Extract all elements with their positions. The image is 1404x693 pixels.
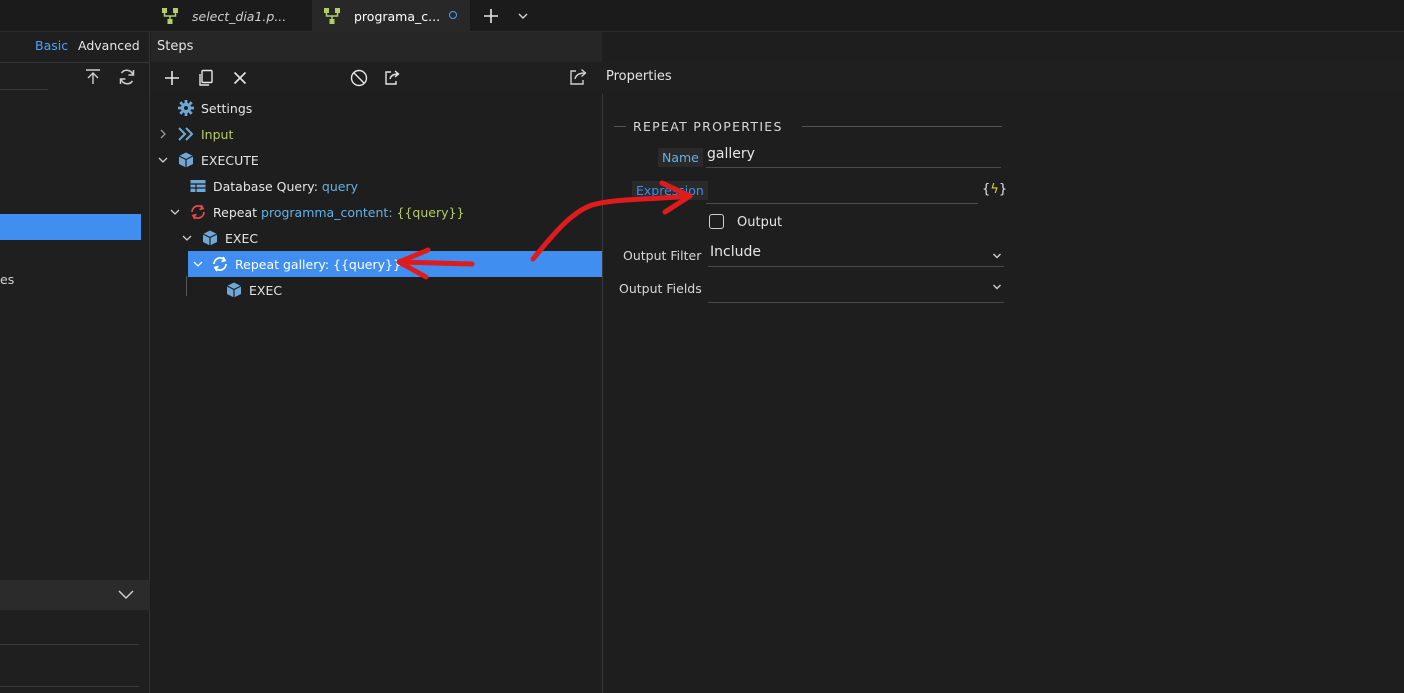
output-fields-label: Output Fields xyxy=(619,281,702,296)
tree-item-database-query[interactable]: Database Query: query xyxy=(189,173,358,199)
tree-item-execute[interactable]: EXECUTE xyxy=(158,147,259,173)
tree-item-label: EXEC xyxy=(249,282,283,298)
divider xyxy=(614,126,626,127)
tree-item-label: Input xyxy=(201,126,234,142)
add-step-plus-icon[interactable] xyxy=(162,68,182,88)
double-chevron-right-icon xyxy=(178,127,194,141)
chevron-down-icon xyxy=(993,284,1001,290)
steps-title: Steps xyxy=(157,39,194,54)
expression-label: Expression xyxy=(632,181,708,200)
tab-list-chevron-down-icon[interactable] xyxy=(516,9,530,23)
cube-icon xyxy=(178,152,194,168)
export-icon[interactable] xyxy=(383,68,403,88)
flow-icon xyxy=(324,8,340,24)
mode-advanced-tab[interactable]: Advanced xyxy=(78,38,140,53)
tree-item-exec-gallery[interactable]: EXEC xyxy=(225,277,282,303)
output-filter-value: Include xyxy=(710,244,761,260)
tree-item-exec[interactable]: EXEC xyxy=(182,225,259,251)
chevron-down-icon xyxy=(993,253,1001,259)
section-title: REPEAT PROPERTIES xyxy=(633,119,783,134)
chevron-down-icon[interactable] xyxy=(157,154,169,166)
name-value: gallery xyxy=(707,146,755,162)
unsaved-dot-icon xyxy=(449,11,457,19)
chevron-down-icon[interactable] xyxy=(117,587,135,603)
output-fields-select[interactable] xyxy=(708,277,1004,303)
collapsible-section-header[interactable] xyxy=(0,580,150,610)
brace-close: } xyxy=(998,182,1008,197)
search-underline xyxy=(0,89,48,90)
tree-item-label: Repeat gallery: {{query}} xyxy=(235,256,401,272)
output-filter-select[interactable]: Include xyxy=(708,244,1004,267)
tree-item-label: Repeat xyxy=(213,204,258,220)
tree-item-label: EXECUTE xyxy=(201,152,259,168)
tab-programa-content[interactable]: programa_c... xyxy=(312,0,470,32)
tab-select-dia1[interactable]: select_dia1.p... xyxy=(160,0,310,32)
output-label: Output xyxy=(737,215,783,230)
tab-bar: select_dia1.p... programa_c... xyxy=(0,0,1404,32)
copy-icon[interactable] xyxy=(196,68,216,88)
tree-item-repeat-programma[interactable]: Repeat programma_content: {{query}} xyxy=(170,199,465,225)
output-filter-label: Output Filter xyxy=(623,248,702,263)
tree-item-input[interactable]: Input xyxy=(160,121,234,147)
tab-label: programa_c... xyxy=(354,8,441,24)
divider xyxy=(0,62,150,63)
steps-header: Steps xyxy=(151,32,602,62)
properties-title: Properties xyxy=(606,69,672,84)
chevron-down-icon[interactable] xyxy=(192,258,204,270)
chevron-right-icon[interactable] xyxy=(157,128,169,140)
tree-item-label: EXEC xyxy=(225,230,259,246)
tree-item-settings[interactable]: Settings xyxy=(177,95,252,121)
tab-label: select_dia1.p... xyxy=(192,8,287,24)
chevron-down-icon[interactable] xyxy=(169,206,181,218)
partial-label: es xyxy=(0,272,15,287)
steps-tree: Settings Input EXECUTE Database Query: q… xyxy=(151,94,602,693)
expression-input[interactable] xyxy=(706,180,978,204)
left-panel: Basic Advanced es xyxy=(0,32,150,693)
new-tab-plus-icon[interactable] xyxy=(481,6,501,26)
tree-item-label: Database Query: xyxy=(213,178,318,194)
gear-icon xyxy=(178,100,194,116)
table-icon xyxy=(190,180,206,192)
dynamic-data-picker-button[interactable]: {ϟ} xyxy=(982,182,1007,197)
divider xyxy=(0,686,139,687)
cube-icon xyxy=(202,230,218,246)
divider xyxy=(802,126,1002,127)
tree-item-repeat-gallery[interactable]: Repeat gallery: {{query}} xyxy=(188,251,602,277)
upload-arrow-icon[interactable] xyxy=(84,68,102,86)
divider xyxy=(0,644,139,645)
repeat-icon xyxy=(213,256,227,272)
refresh-icon[interactable] xyxy=(117,67,137,87)
share-icon[interactable] xyxy=(568,67,590,87)
tree-item-label: Settings xyxy=(201,100,253,116)
panel-splitter[interactable] xyxy=(602,94,603,693)
mode-basic-tab[interactable]: Basic xyxy=(35,38,68,53)
repeat-icon xyxy=(191,204,205,220)
output-checkbox[interactable] xyxy=(709,214,724,229)
lightning-icon: ϟ xyxy=(990,182,999,197)
cube-icon xyxy=(226,282,242,298)
steps-toolbar xyxy=(151,62,602,94)
name-input[interactable]: gallery xyxy=(706,146,1001,168)
tree-item-value: {{query}} xyxy=(396,204,465,220)
chevron-down-icon[interactable] xyxy=(181,232,193,244)
tree-guide-line xyxy=(186,276,187,296)
name-label: Name xyxy=(658,148,703,167)
properties-header xyxy=(603,62,1404,94)
tree-item-name: programma_content: xyxy=(261,204,393,220)
flow-icon xyxy=(162,8,178,24)
tree-item-value: query xyxy=(321,178,359,194)
disable-icon[interactable] xyxy=(349,68,369,88)
delete-x-icon[interactable] xyxy=(230,68,250,88)
selected-item[interactable] xyxy=(0,214,141,240)
